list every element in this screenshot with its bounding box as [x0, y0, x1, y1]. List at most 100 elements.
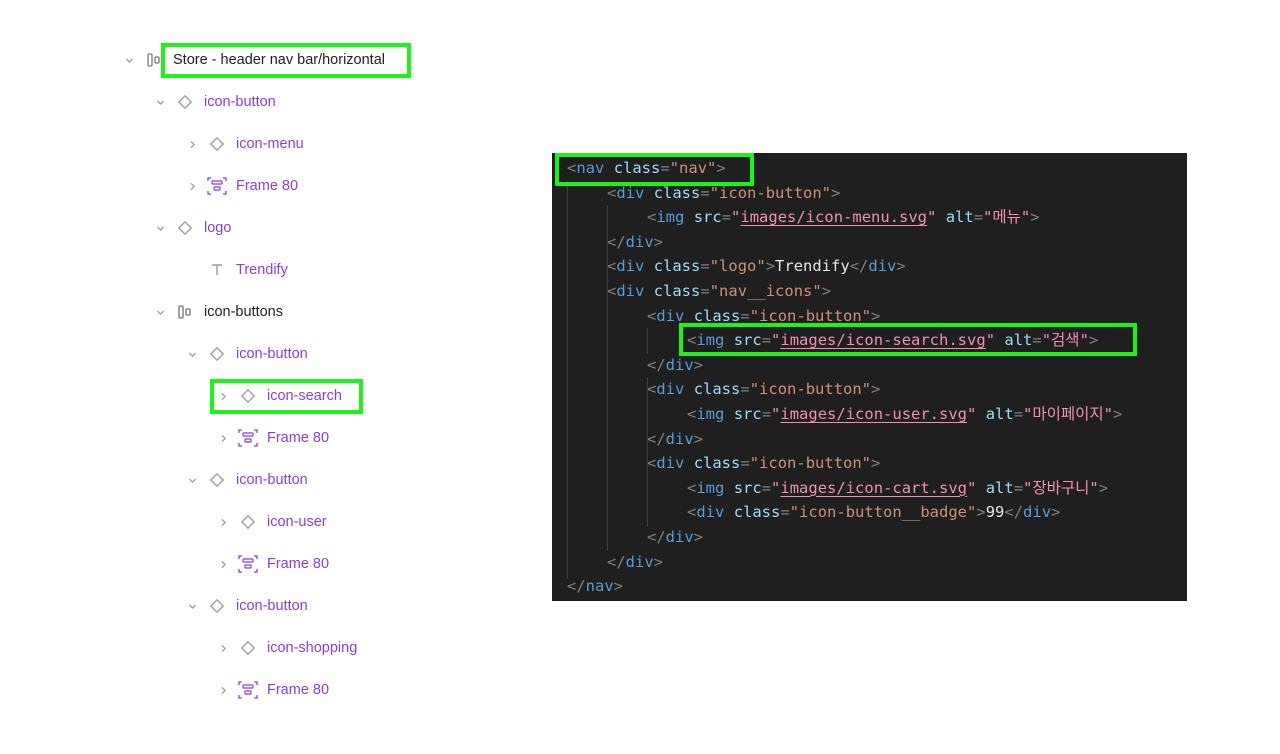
code-token-br: = [780, 503, 790, 522]
code-token-attr: class [693, 380, 741, 399]
code-token-br: </ [647, 355, 666, 374]
code-token-sp [644, 257, 653, 275]
code-token-br: = [973, 208, 984, 227]
chevron-right-icon[interactable] [216, 686, 230, 695]
code-token-br: < [647, 208, 657, 227]
code-token-sp [684, 307, 693, 325]
code-token-tag: div [616, 282, 645, 300]
code-line: <img src="images/icon-cart.svg" alt="장바구… [687, 476, 1108, 500]
code-token-sp [684, 208, 693, 226]
code-token-attr: class [653, 257, 701, 276]
layer-row-icon-buttons[interactable]: icon-buttons [153, 298, 283, 326]
chevron-down-icon[interactable] [153, 308, 167, 317]
code-token-br: > [896, 257, 906, 276]
code-token-sp [724, 479, 733, 497]
chevron-right-icon[interactable] [216, 560, 230, 569]
code-token-tag: div [665, 528, 694, 546]
frame-autolayout-icon [238, 428, 258, 448]
code-line: </div> [647, 427, 703, 451]
code-token-attr: class [693, 454, 741, 473]
code-line: </nav> [567, 574, 623, 598]
component-instance-icon [207, 470, 227, 490]
layer-row-icon-menu[interactable]: icon-menu [185, 130, 304, 158]
code-token-link: images/icon-cart.svg [780, 478, 968, 497]
layer-row-icon-button[interactable]: icon-button [185, 466, 308, 494]
layers-panel: Store - header nav bar/horizontal icon-bu… [0, 0, 540, 754]
layer-label: icon-button [236, 598, 308, 614]
code-token-br: < [647, 306, 657, 325]
chevron-right-icon[interactable] [216, 518, 230, 527]
chevron-right-icon[interactable] [216, 644, 230, 653]
chevron-down-icon[interactable] [153, 224, 167, 233]
layer-row-icon-button[interactable]: icon-button [185, 340, 308, 368]
component-instance-icon [207, 596, 227, 616]
layer-row-icon-user[interactable]: icon-user [216, 508, 327, 536]
code-token-sp [976, 479, 985, 497]
chevron-right-icon[interactable] [185, 140, 199, 149]
code-token-br: > [765, 257, 776, 276]
code-token-tag: div [656, 380, 685, 399]
indent-guide [647, 328, 648, 354]
code-token-br: < [607, 257, 617, 276]
code-token-br: > [693, 429, 704, 448]
code-token-br: < [607, 183, 617, 202]
code-token-sp [724, 503, 733, 521]
layer-row-frame-80[interactable]: Frame 80 [216, 550, 329, 578]
code-token-txt: 99 [985, 503, 1005, 522]
layer-label: icon-menu [236, 136, 304, 152]
code-token-tag: img [696, 405, 725, 423]
layer-row-frame-80[interactable]: Frame 80 [216, 424, 329, 452]
code-token-br: = [700, 257, 710, 276]
code-token-br: = [740, 454, 750, 473]
code-token-sp [936, 208, 945, 226]
layer-row-frame-80[interactable]: Frame 80 [185, 172, 298, 200]
component-instance-icon [238, 512, 258, 532]
code-token-tag: img [696, 478, 725, 497]
code-token-br: = [721, 208, 732, 227]
layer-row-icon-shopping[interactable]: icon-shopping [216, 634, 357, 662]
code-token-sp [724, 405, 733, 423]
chevron-right-icon[interactable] [216, 434, 230, 443]
layer-row-trendify[interactable]: Trendify [185, 256, 288, 284]
code-token-sp [644, 184, 653, 202]
code-line: <div class="nav__icons"> [607, 279, 831, 303]
code-line: <img src="images/icon-menu.svg" alt="메뉴"… [647, 205, 1040, 229]
layer-row-icon-button[interactable]: icon-button [153, 88, 276, 116]
code-token-sp [684, 454, 693, 472]
chevron-down-icon[interactable] [122, 56, 136, 65]
code-token-br: > [1051, 503, 1061, 522]
code-token-br: < [647, 380, 657, 399]
layer-label: icon-user [267, 514, 327, 530]
component-instance-icon [207, 134, 227, 154]
code-token-str: "logo" [709, 257, 766, 276]
layer-row-frame-80[interactable]: Frame 80 [216, 676, 329, 704]
code-token-br: > [1030, 208, 1040, 227]
highlight-box-icon-search [210, 379, 363, 414]
layer-row-logo[interactable]: logo [153, 214, 231, 242]
code-token-br: > [653, 552, 664, 571]
code-token-br: > [871, 306, 881, 325]
layer-row-icon-button[interactable]: icon-button [185, 592, 308, 620]
code-token-br: </ [647, 429, 666, 448]
component-instance-icon [207, 344, 227, 364]
code-token-br: = [1013, 405, 1024, 423]
layer-label: Frame 80 [267, 682, 330, 698]
chevron-down-icon[interactable] [185, 350, 199, 359]
code-line: <div class="logo">Trendify</div> [607, 254, 906, 278]
code-token-attr: class [693, 306, 741, 325]
code-token-tag: div [625, 552, 654, 571]
chevron-down-icon[interactable] [153, 98, 167, 107]
highlight-box-nav-tag [555, 153, 754, 186]
layer-label: icon-button [236, 472, 308, 488]
code-token-pink: " [771, 478, 781, 497]
code-token-tag: div [656, 454, 685, 473]
chevron-down-icon[interactable] [185, 476, 199, 485]
code-token-br: </ [607, 232, 626, 251]
layer-label: logo [204, 220, 232, 236]
chevron-right-icon[interactable] [185, 182, 199, 191]
code-token-br: > [821, 282, 832, 300]
layer-label: Frame 80 [267, 430, 330, 446]
code-line: </div> [607, 230, 663, 254]
code-token-attr: alt [985, 405, 1014, 423]
chevron-down-icon[interactable] [185, 602, 199, 611]
